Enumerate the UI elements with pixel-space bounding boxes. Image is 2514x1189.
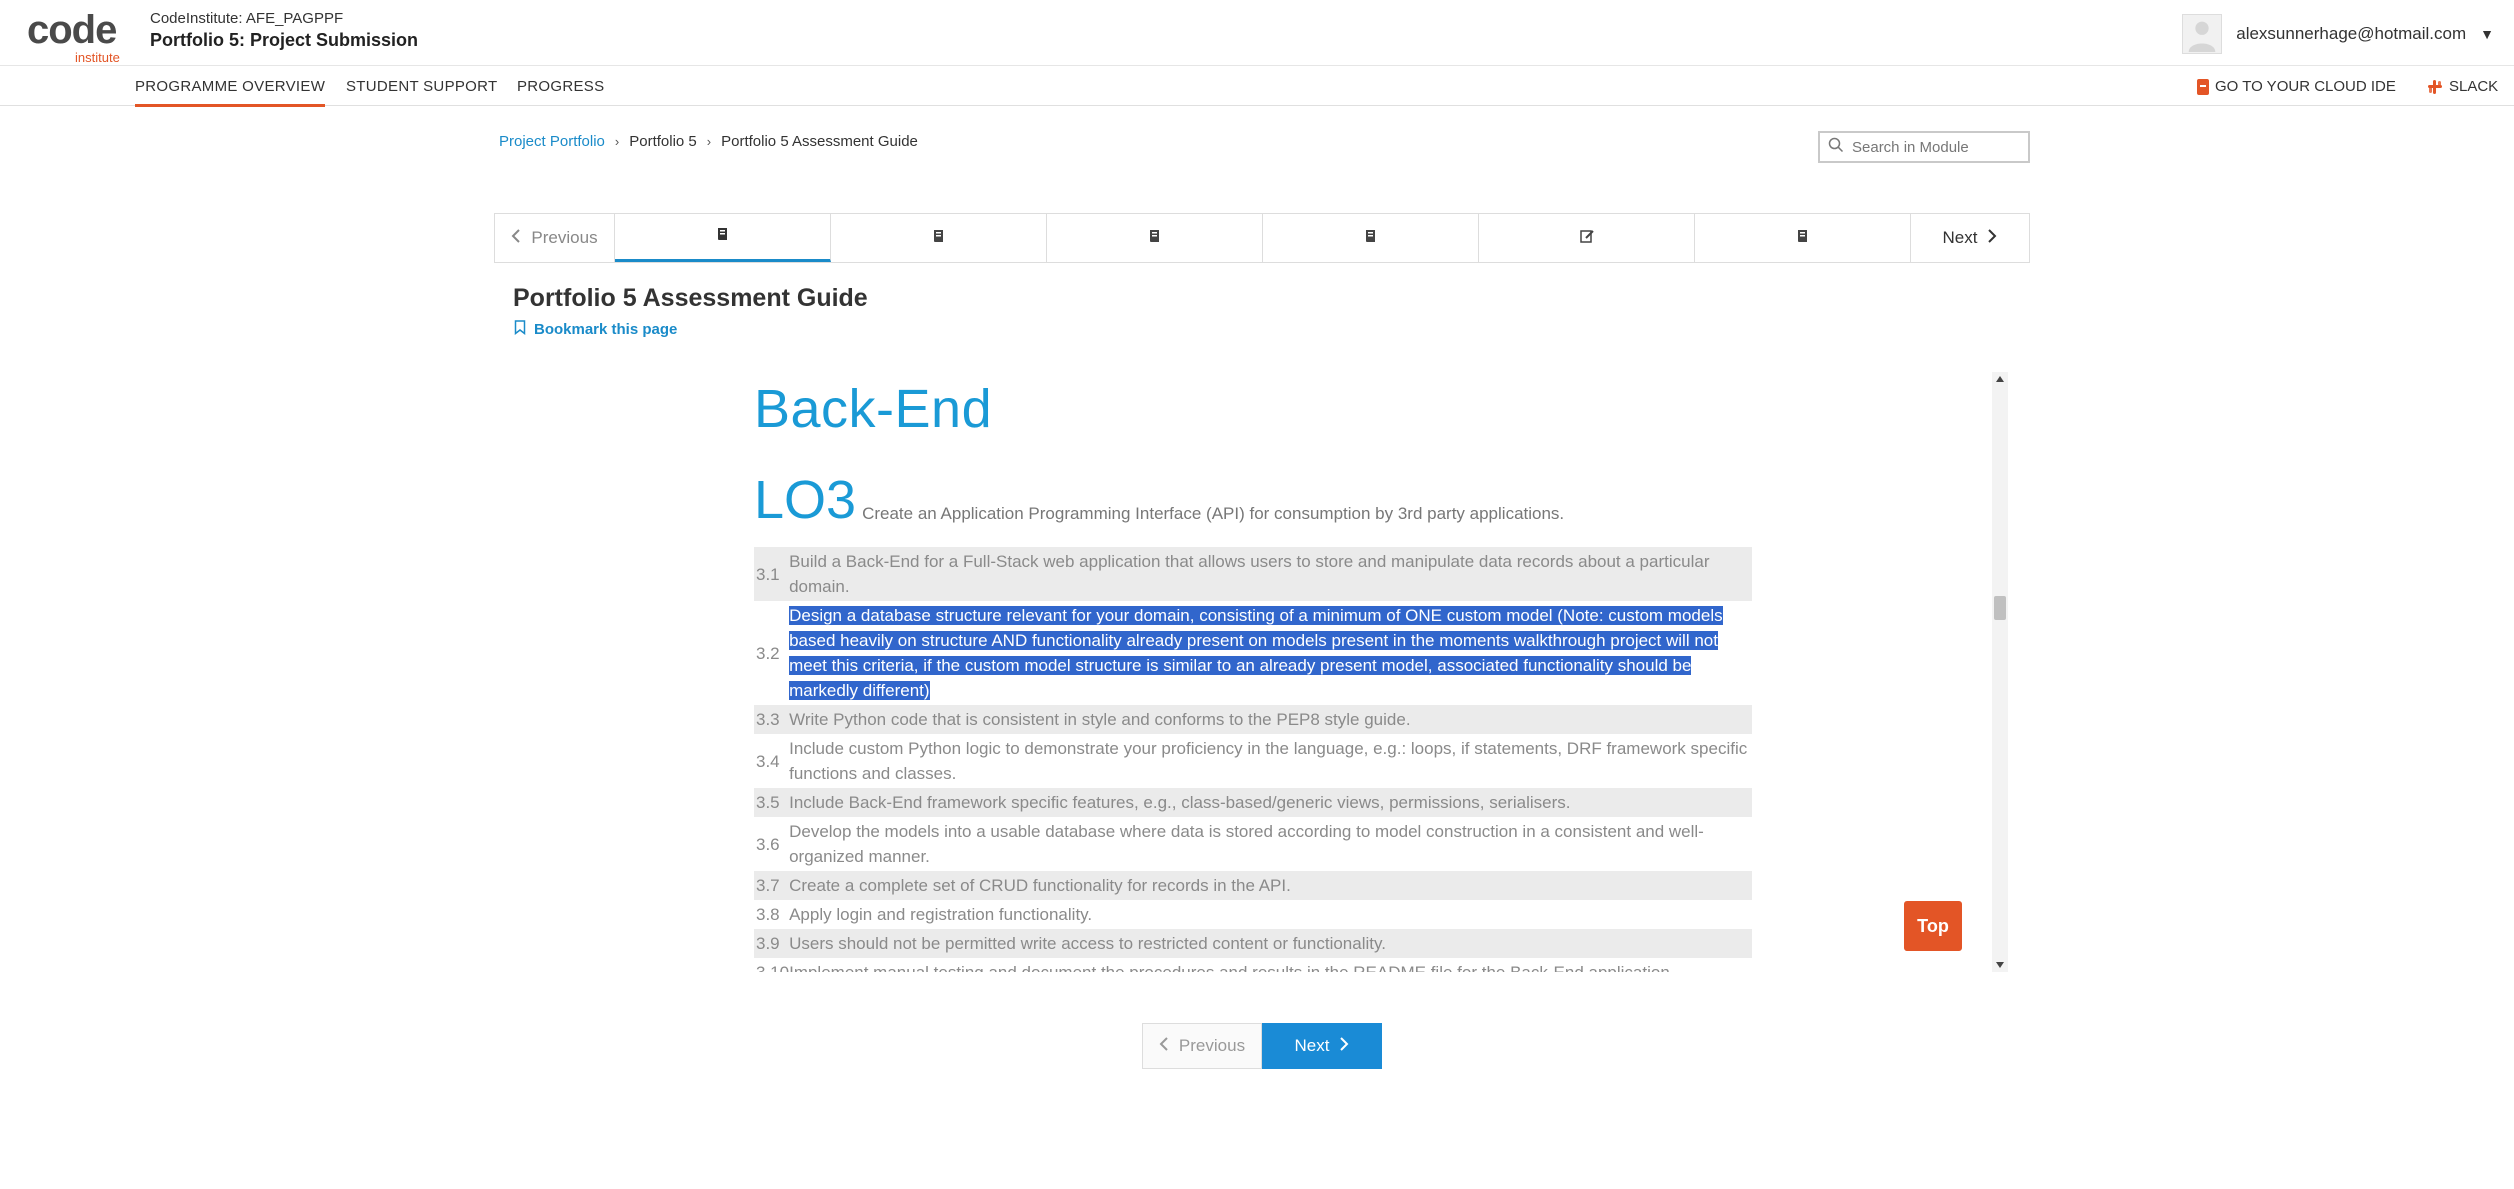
book-icon [715,226,731,247]
course-title: Portfolio 5: Project Submission [150,30,419,50]
file-icon [2197,78,2209,95]
sequence-tab-2[interactable] [831,214,1047,262]
logo-word: code [27,8,117,52]
unit-title: Portfolio 5 Assessment Guide [513,284,868,312]
course-org: CodeInstitute: AFE_PAGPPF [150,10,344,27]
criteria-text: Develop the models into a usable databas… [789,822,1704,866]
selected-text: Design a database structure relevant for… [789,606,1723,700]
criteria-number: 3.1 [756,564,780,584]
criteria-text: Design a database structure relevant for… [789,601,1752,705]
table-row: 3.5 Include Back-End framework specific … [754,788,1752,817]
book-icon [1795,228,1811,249]
criteria-number: 3.4 [756,751,780,771]
breadcrumb: Project Portfolio › Portfolio 5 › Portfo… [499,133,918,150]
cloud-ide-label: GO TO YOUR CLOUD IDE [2215,78,2396,95]
user-menu[interactable]: alexsunnerhage@hotmail.com ▼ [2182,14,2494,54]
logo-sub: institute [75,50,120,65]
cloud-ide-link[interactable]: GO TO YOUR CLOUD IDE [2197,78,2396,95]
sequence-tab-1[interactable] [615,214,831,262]
sequence-tab-4[interactable] [1263,214,1479,262]
criteria-number: 3.2 [756,643,780,663]
criteria-text: Build a Back-End for a Full-Stack web ap… [789,552,1710,596]
chevron-right-icon [1987,228,1997,248]
next-label: Next [1294,1036,1330,1055]
criteria-table: 3.1 Build a Back-End for a Full-Stack we… [754,547,1752,987]
lo-text: Create an Application Programming Interf… [862,504,1565,523]
table-row: 3.7 Create a complete set of CRUD functi… [754,871,1752,900]
criteria-number: 3.9 [756,934,780,953]
learning-outcome: LO3 Create an Application Programming In… [754,472,1564,528]
sequence-tab-5[interactable] [1479,214,1695,262]
slack-icon [2427,79,2443,95]
sequence-tab-3[interactable] [1047,214,1263,262]
slack-label: SLACK [2449,78,2499,95]
sequence-previous-label: Previous [531,228,598,247]
bookmark-button[interactable]: Bookmark this page [514,320,677,339]
breadcrumb-portfolio-5: Portfolio 5 [629,133,697,150]
search-input[interactable] [1852,138,2022,156]
book-icon [931,228,947,249]
chevron-right-icon: › [706,134,712,149]
criteria-text: Include custom Python logic to demonstra… [789,739,1748,783]
main-nav: PROGRAMME OVERVIEW STUDENT SUPPORT PROGR… [0,66,2514,107]
sequence-next-label: Next [1942,228,1978,247]
edit-icon [1579,228,1595,249]
lo-number: LO3 [754,470,857,530]
sequence-tab-6[interactable] [1695,214,1911,262]
sequence-next-button[interactable]: Next [1911,214,2029,262]
table-row: 3.3 Write Python code that is consistent… [754,705,1752,734]
table-row: 3.6 Develop the models into a usable dat… [754,817,1752,871]
criteria-number: 3.3 [756,710,780,729]
previous-button[interactable]: Previous [1142,1023,1262,1069]
nav-student-support[interactable]: STUDENT SUPPORT [346,78,497,95]
slack-link[interactable]: SLACK [2427,78,2498,95]
criteria-text: Apply login and registration functionali… [789,905,1093,924]
breadcrumb-current: Portfolio 5 Assessment Guide [721,133,918,150]
scrollbar-thumb[interactable] [1994,596,2006,620]
bookmark-icon [514,320,526,339]
bookmark-label: Bookmark this page [534,321,678,338]
sequence-nav: Previous Next [494,213,2030,263]
nav-programme-overview[interactable]: PROGRAMME OVERVIEW [135,78,326,107]
scrollbar[interactable] [1992,372,2008,972]
chevron-left-icon [1159,1036,1169,1056]
next-button[interactable]: Next [1262,1023,1382,1069]
course-meta: CodeInstitute: AFE_PAGPPF Portfolio 5: P… [150,10,418,52]
chevron-left-icon [511,228,521,248]
table-row: 3.4 Include custom Python logic to demon… [754,734,1752,788]
user-email: alexsunnerhage@hotmail.com [2236,24,2467,43]
chevron-right-icon: › [614,134,620,149]
criteria-text: Users should not be permitted write acce… [789,934,1386,953]
sequence-previous-button[interactable]: Previous [495,214,615,262]
criteria-text: Write Python code that is consistent in … [789,710,1411,729]
top-header: code institute CodeInstitute: AFE_PAGPPF… [0,0,2514,66]
avatar [2182,14,2223,54]
chevron-down-icon[interactable]: ▼ [2480,26,2494,42]
bottom-nav: Previous Next [1142,1023,1382,1069]
book-icon [1363,228,1379,249]
search-box[interactable] [1818,131,2030,163]
previous-label: Previous [1178,1036,1246,1055]
frame-bottom-mask [740,972,2008,1012]
code-institute-logo[interactable]: code institute [27,8,127,65]
nav-progress[interactable]: PROGRESS [517,78,604,95]
table-row: 3.9 Users should not be permitted write … [754,929,1752,958]
table-row: 3.1 Build a Back-End for a Full-Stack we… [754,547,1752,601]
table-row: 3.8 Apply login and registration functio… [754,900,1752,929]
top-button[interactable]: Top [1904,901,1962,951]
criteria-number: 3.7 [756,876,780,895]
chevron-right-icon [1339,1036,1349,1056]
criteria-number: 3.8 [756,905,780,924]
criteria-number: 3.6 [756,834,780,854]
scroll-up-icon[interactable] [1996,376,2004,382]
criteria-text: Create a complete set of CRUD functional… [789,876,1291,895]
breadcrumb-project-portfolio[interactable]: Project Portfolio [499,133,605,150]
table-row: 3.2 Design a database structure relevant… [754,601,1752,705]
section-heading: Back-End [754,379,993,439]
book-icon [1147,228,1163,249]
criteria-text: Include Back-End framework specific feat… [789,793,1571,812]
scroll-down-icon[interactable] [1996,962,2004,968]
search-icon [1828,137,1844,158]
criteria-number: 3.5 [756,793,780,812]
